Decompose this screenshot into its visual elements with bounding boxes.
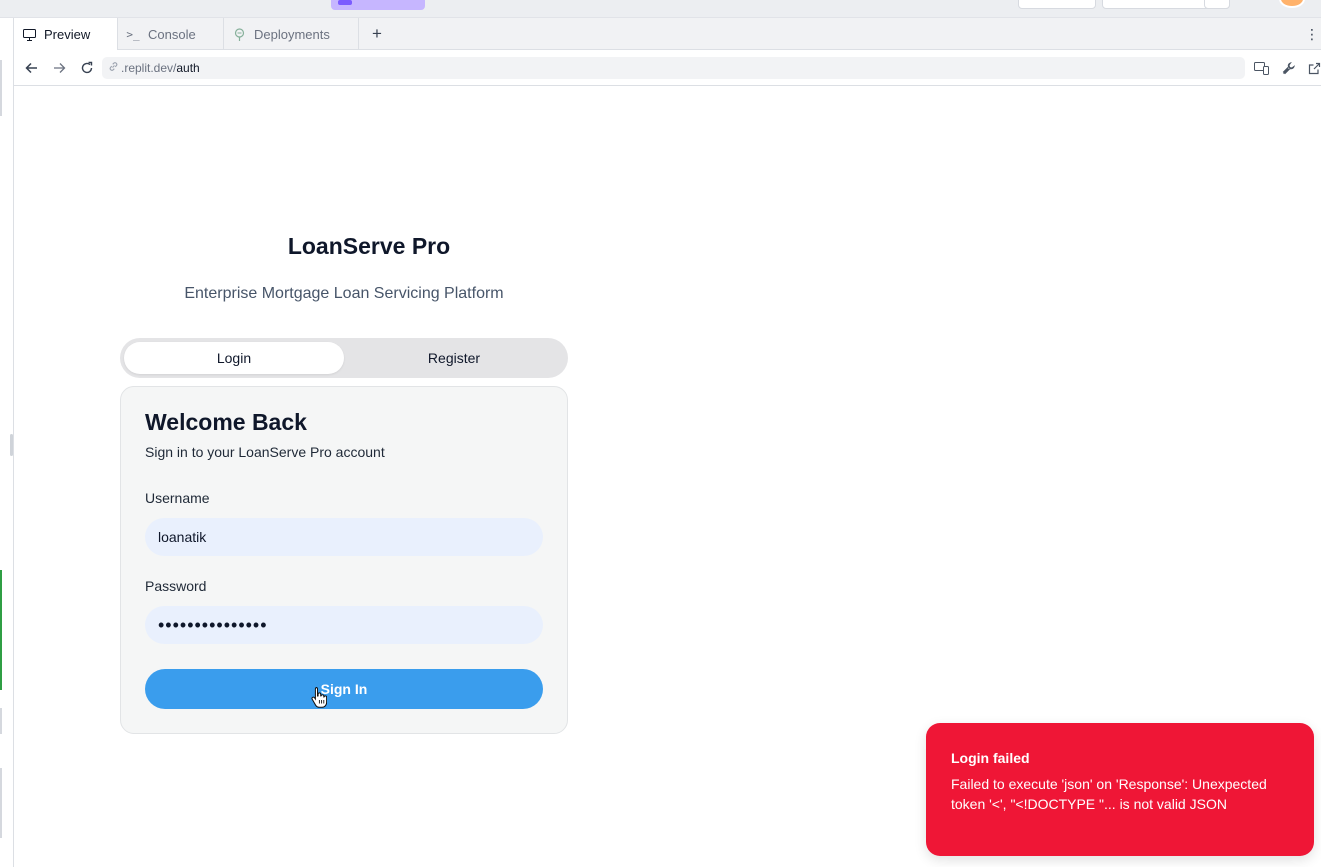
auth-tab-switcher: Login Register bbox=[120, 338, 568, 378]
url-path: auth bbox=[176, 61, 200, 75]
monitor-icon bbox=[22, 28, 36, 42]
wrench-icon[interactable] bbox=[1279, 59, 1297, 77]
avatar[interactable] bbox=[1279, 0, 1305, 8]
link-icon bbox=[108, 61, 119, 75]
gutter-mark bbox=[0, 768, 2, 838]
tab-label: Console bbox=[148, 26, 196, 42]
terminal-icon: >_ bbox=[126, 27, 140, 41]
tab-deployments[interactable]: Deployments bbox=[224, 18, 359, 50]
arrow-left-icon bbox=[24, 62, 37, 74]
sign-in-button[interactable]: Sign In bbox=[145, 669, 543, 709]
card-description: Sign in to your LoanServe Pro account bbox=[145, 444, 385, 460]
reload-icon bbox=[81, 61, 93, 74]
tab-label: Deployments bbox=[254, 26, 330, 42]
error-toast[interactable]: Login failed Failed to execute 'json' on… bbox=[926, 723, 1314, 856]
address-bar: .replit.dev/auth bbox=[14, 50, 1321, 86]
username-label: Username bbox=[145, 490, 210, 506]
app-title: LoanServe Pro bbox=[287, 233, 451, 259]
resize-handle[interactable] bbox=[10, 434, 13, 456]
gutter-mark bbox=[0, 708, 2, 734]
password-label: Password bbox=[145, 578, 207, 594]
run-status-icon bbox=[338, 0, 352, 5]
gutter-mark bbox=[0, 60, 2, 116]
password-field[interactable] bbox=[145, 606, 543, 644]
reload-button[interactable] bbox=[76, 57, 98, 79]
url-input[interactable]: .replit.dev/auth bbox=[102, 57, 1245, 79]
deploy-icon bbox=[232, 27, 246, 41]
preview-page: LoanServe Pro Enterprise Mortgage Loan S… bbox=[15, 87, 1321, 867]
tab-register[interactable]: Register bbox=[344, 342, 564, 374]
forward-button[interactable] bbox=[48, 57, 70, 79]
hand-cursor-icon bbox=[311, 686, 328, 708]
devices-icon[interactable] bbox=[1252, 59, 1270, 77]
header-control[interactable] bbox=[1204, 0, 1230, 9]
gutter-mark bbox=[0, 570, 2, 690]
toast-message: Failed to execute 'json' on 'Response': … bbox=[951, 776, 1267, 812]
pane-tab-bar: Preview >_ Console Deployments + ⋮ bbox=[14, 18, 1321, 51]
back-button[interactable] bbox=[20, 57, 42, 79]
tab-label: Preview bbox=[44, 27, 91, 42]
left-gutter bbox=[0, 18, 14, 867]
external-link-icon[interactable] bbox=[1305, 59, 1321, 77]
header-control[interactable] bbox=[1018, 0, 1096, 9]
add-tab-button[interactable]: + bbox=[366, 23, 388, 45]
tab-console[interactable]: >_ Console bbox=[118, 18, 224, 50]
more-menu-icon[interactable]: ⋮ bbox=[1305, 24, 1319, 44]
username-field[interactable] bbox=[145, 518, 543, 556]
ide-top-strip bbox=[0, 0, 1321, 18]
card-title: Welcome Back bbox=[145, 409, 307, 435]
arrow-right-icon bbox=[53, 63, 65, 73]
login-card: Welcome Back Sign in to your LoanServe P… bbox=[120, 386, 568, 734]
tab-preview[interactable]: Preview bbox=[14, 18, 118, 51]
url-host: .replit.dev/ bbox=[121, 61, 177, 75]
app-subtitle: Enterprise Mortgage Loan Servicing Platf… bbox=[184, 285, 504, 302]
tab-login[interactable]: Login bbox=[124, 342, 344, 374]
toast-title: Login failed bbox=[951, 750, 1030, 766]
